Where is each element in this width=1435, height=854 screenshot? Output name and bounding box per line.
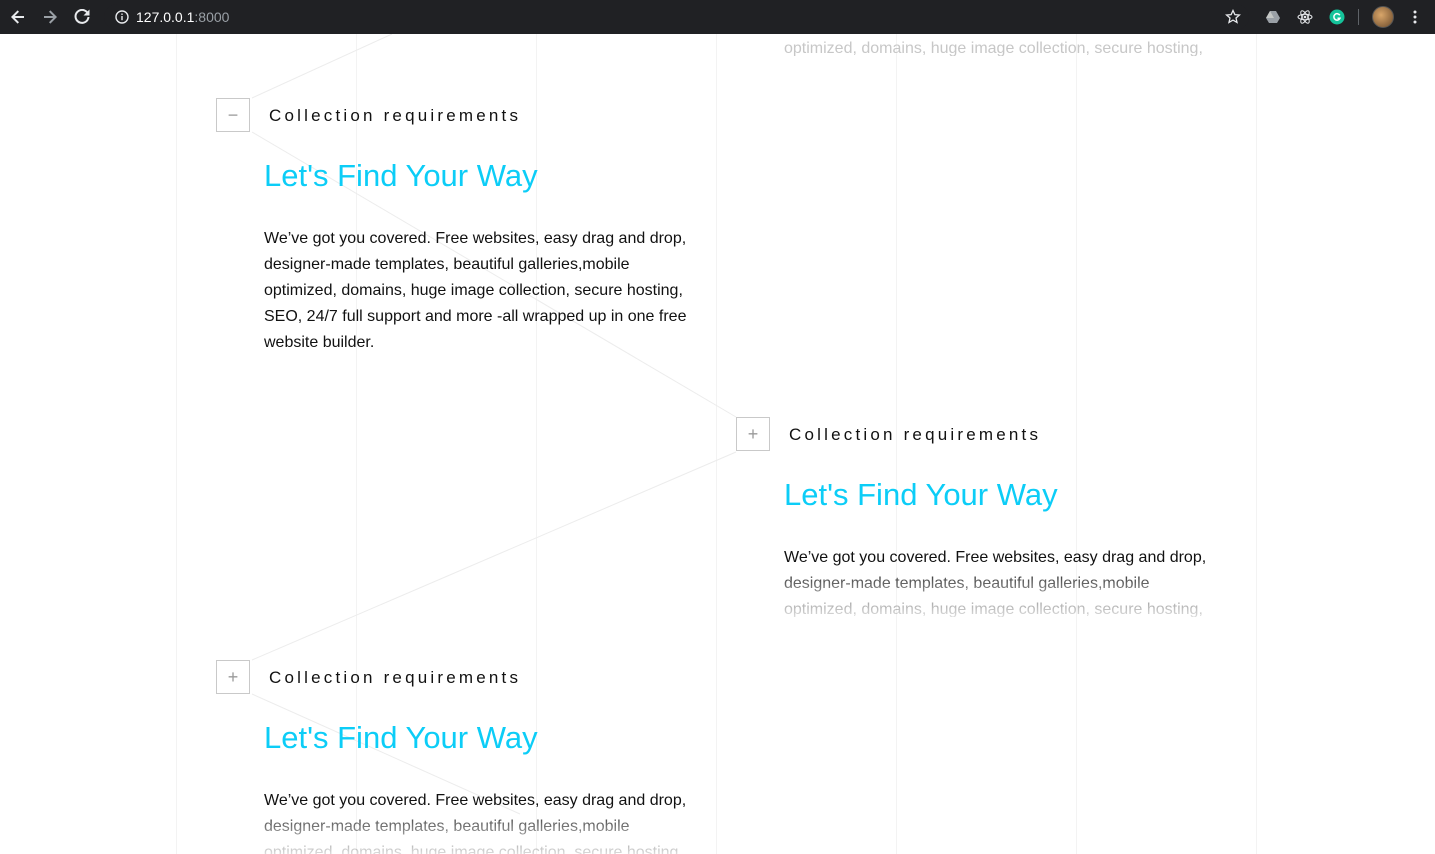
section-body: We’ve got you covered. Free websites, ea… — [784, 549, 1207, 617]
info-icon[interactable] — [114, 9, 130, 25]
connector-lines — [251, 34, 737, 815]
menu-dots-icon[interactable] — [1404, 6, 1426, 28]
react-icon[interactable] — [1294, 6, 1316, 28]
cut-off-text: optimized, domains, huge image collectio… — [784, 40, 1203, 56]
section-heading: Let's Find Your Way — [264, 158, 538, 193]
section-heading: Let's Find Your Way — [784, 477, 1058, 512]
section-heading: Let's Find Your Way — [264, 720, 538, 755]
collapse-toggle-button[interactable]: − — [216, 98, 250, 132]
reload-icon[interactable] — [71, 6, 93, 28]
drive-icon[interactable] — [1262, 6, 1284, 28]
url-text: 127.0.0.1:8000 — [136, 9, 229, 25]
section-body: We’ve got you covered. Free websites, ea… — [264, 230, 687, 351]
toolbar-separator — [1358, 9, 1359, 25]
address-bar[interactable]: 127.0.0.1:8000 — [104, 4, 1249, 30]
expand-toggle-button[interactable]: + — [736, 417, 770, 451]
section-label: Collection requirements — [269, 668, 522, 687]
avatar[interactable] — [1372, 6, 1394, 28]
url-host: 127.0.0.1 — [136, 9, 195, 25]
back-arrow-icon[interactable] — [7, 6, 29, 28]
section-body: We’ve got you covered. Free websites, ea… — [264, 792, 687, 854]
forward-arrow-icon[interactable] — [39, 6, 61, 28]
section-label: Collection requirements — [789, 425, 1042, 444]
section-label: Collection requirements — [269, 106, 522, 125]
url-port: :8000 — [194, 9, 230, 25]
browser-toolbar: 127.0.0.1:8000 — [0, 0, 1435, 34]
grammarly-icon[interactable] — [1326, 6, 1348, 28]
star-icon[interactable] — [1222, 6, 1244, 28]
page-content: optimized, domains, huge image collectio… — [0, 34, 1435, 854]
expand-toggle-button[interactable]: + — [216, 660, 250, 694]
